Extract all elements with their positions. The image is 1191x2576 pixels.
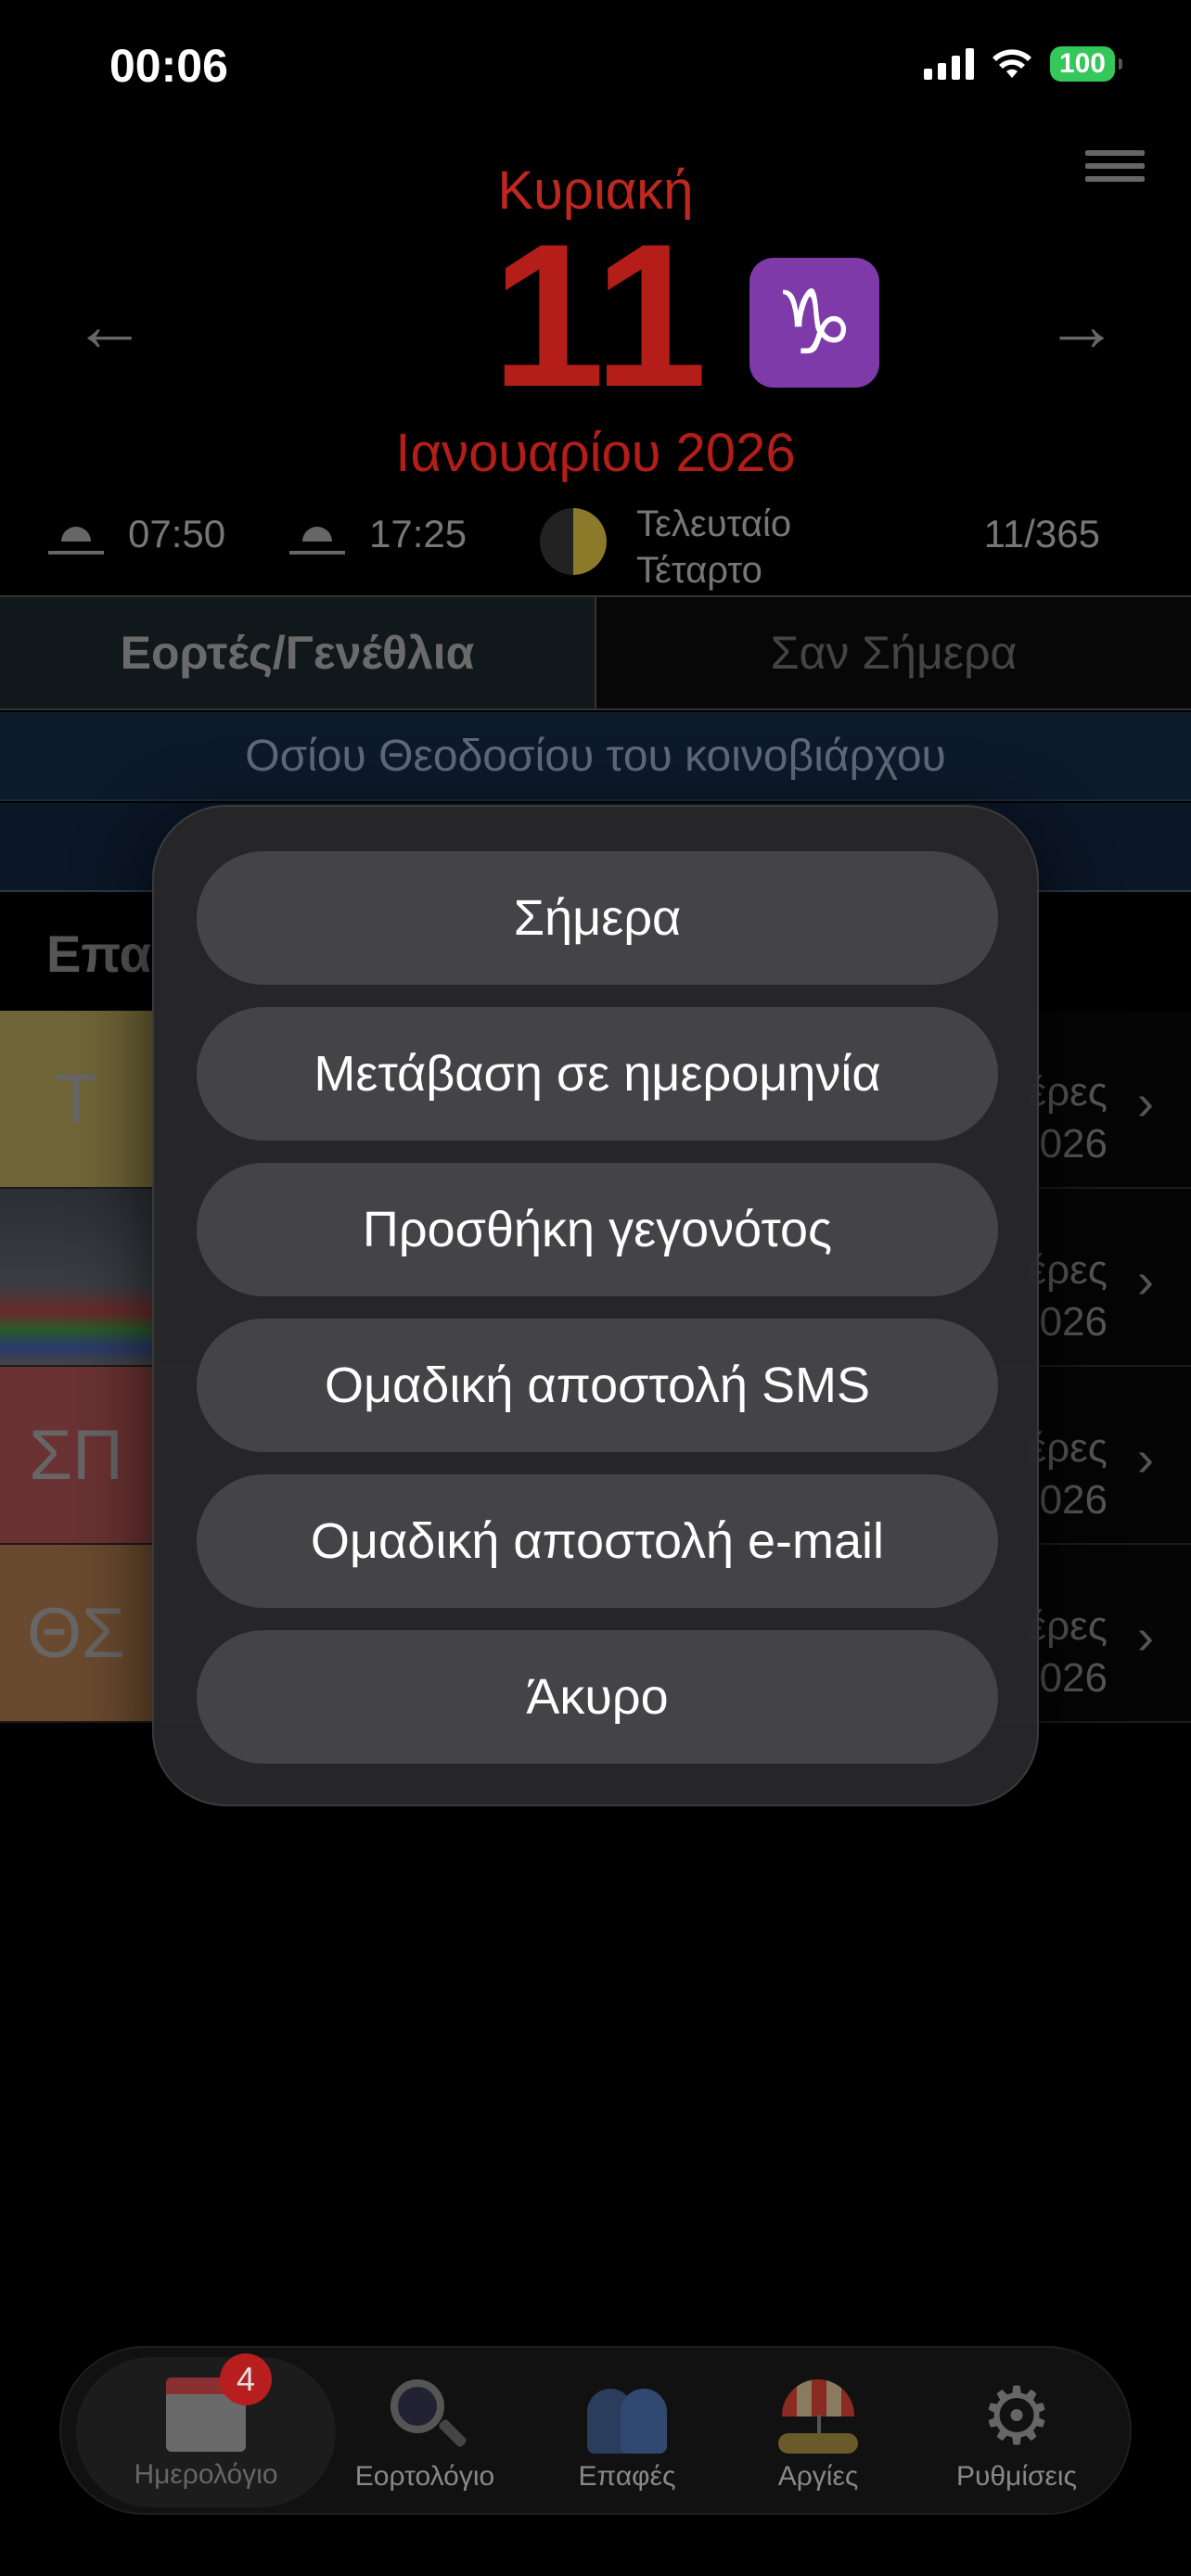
row-detail: έρες 026	[1029, 1244, 1154, 1348]
bottom-tab-bar: 4 Ημερολόγιο Εορτολόγιο Επαφές Αργίες ⚙ …	[59, 2346, 1132, 2515]
status-icons: 100	[923, 46, 1123, 82]
sunset-time: 17:25	[369, 512, 467, 555]
group-sms-button[interactable]: Ομαδική αποστολή SMS	[197, 1319, 998, 1452]
tab-calendar-label: Ημερολόγιο	[134, 2459, 278, 2490]
row-detail-line2: 026	[1039, 1299, 1108, 1345]
action-sheet: Σήμερα Μετάβαση σε ημερομηνία Προσθήκη γ…	[152, 805, 1039, 1806]
tab-contacts-label: Επαφές	[578, 2461, 676, 2492]
row-detail-line1: έρες	[1028, 1603, 1108, 1649]
cancel-button[interactable]: Άκυρο	[197, 1630, 998, 1764]
gear-icon: ⚙	[980, 2372, 1053, 2461]
month-year-label: Ιανουαρίου 2026	[395, 423, 796, 483]
row-detail-line2: 026	[1039, 1655, 1108, 1701]
cellular-signal-icon	[923, 48, 974, 80]
tab-contacts[interactable]: Επαφές	[534, 2348, 720, 2517]
moon-phase-line2: Τέταρτο	[636, 550, 762, 591]
row-detail-line1: έρες	[1028, 1069, 1108, 1115]
beach-umbrella-icon	[778, 2379, 858, 2454]
tab-settings-label: Ρυθμίσεις	[955, 2461, 1078, 2492]
moon-phase-icon	[540, 508, 607, 575]
row-detail: έρες 026	[1029, 1422, 1154, 1526]
wifi-icon	[992, 49, 1031, 78]
notification-badge: 4	[220, 2353, 272, 2405]
segmented-tabs: Εορτές/Γενέθλια Σαν Σήμερα	[0, 595, 1191, 710]
chevron-right-icon: ›	[1137, 1609, 1154, 1664]
row-detail-line2: 026	[1039, 1121, 1108, 1167]
add-event-button[interactable]: Προσθήκη γεγονότος	[197, 1163, 998, 1296]
moon-phase-line1: Τελευταίο	[636, 504, 792, 544]
battery-indicator: 100	[1049, 46, 1123, 82]
magnifier-icon	[385, 2379, 468, 2454]
tab-holidays[interactable]: Αργίες	[725, 2348, 911, 2517]
tab-settings[interactable]: ⚙ Ρυθμίσεις	[915, 2348, 1119, 2517]
status-time: 00:06	[109, 40, 228, 92]
chevron-right-icon: ›	[1137, 1253, 1154, 1308]
go-to-date-button[interactable]: Μετάβαση σε ημερομηνία	[197, 1007, 998, 1141]
row-detail-line1: έρες	[1028, 1425, 1108, 1471]
group-email-button[interactable]: Ομαδική αποστολή e-mail	[197, 1474, 998, 1608]
chevron-right-icon: ›	[1137, 1431, 1154, 1486]
sunrise-time: 07:50	[128, 512, 226, 555]
tab-holidays-label: Αργίες	[777, 2461, 859, 2492]
avatar-photo	[0, 1189, 152, 1365]
tab-calendar[interactable]: 4 Ημερολόγιο	[76, 2353, 336, 2507]
avatar: ΣΠ	[0, 1367, 152, 1543]
row-detail: έρες 026	[1029, 1600, 1154, 1704]
day-of-year: 11/365	[983, 512, 1100, 555]
tab-nameday-calendar[interactable]: Εορτολόγιο	[332, 2348, 518, 2517]
day-number: 11	[492, 201, 708, 429]
next-day-arrow-icon[interactable]: →	[1044, 283, 1119, 368]
row-detail: έρες 026	[1029, 1066, 1154, 1170]
tab-nameday-calendar-label: Εορτολόγιο	[354, 2461, 495, 2492]
people-icon	[587, 2379, 667, 2454]
tab-on-this-day[interactable]: Σαν Σήμερα	[596, 597, 1191, 708]
sunrise-icon	[48, 517, 104, 555]
row-detail-line2: 026	[1039, 1477, 1108, 1523]
saint-of-day-row[interactable]: Οσίου Θεοδοσίου του κοινοβιάρχου	[0, 712, 1191, 801]
tab-namedays-birthdays[interactable]: Εορτές/Γενέθλια	[0, 597, 596, 708]
capricorn-zodiac-icon: ♑	[749, 258, 879, 388]
chevron-right-icon: ›	[1137, 1075, 1154, 1130]
previous-day-arrow-icon[interactable]: ←	[72, 283, 147, 368]
contacts-section-title: Επα	[46, 925, 152, 983]
calendar-icon: 4	[166, 2353, 272, 2452]
sun-moon-info-row: 07:50 17:25 Τελευταίο Τέταρτο 11/365	[0, 501, 1191, 593]
avatar: ΘΣ	[0, 1545, 152, 1721]
sunset-icon	[289, 517, 345, 555]
avatar: Τ	[0, 1011, 152, 1187]
row-detail-line1: έρες	[1028, 1247, 1108, 1293]
moon-phase-text: Τελευταίο Τέταρτο	[636, 501, 791, 593]
today-button[interactable]: Σήμερα	[197, 851, 998, 985]
